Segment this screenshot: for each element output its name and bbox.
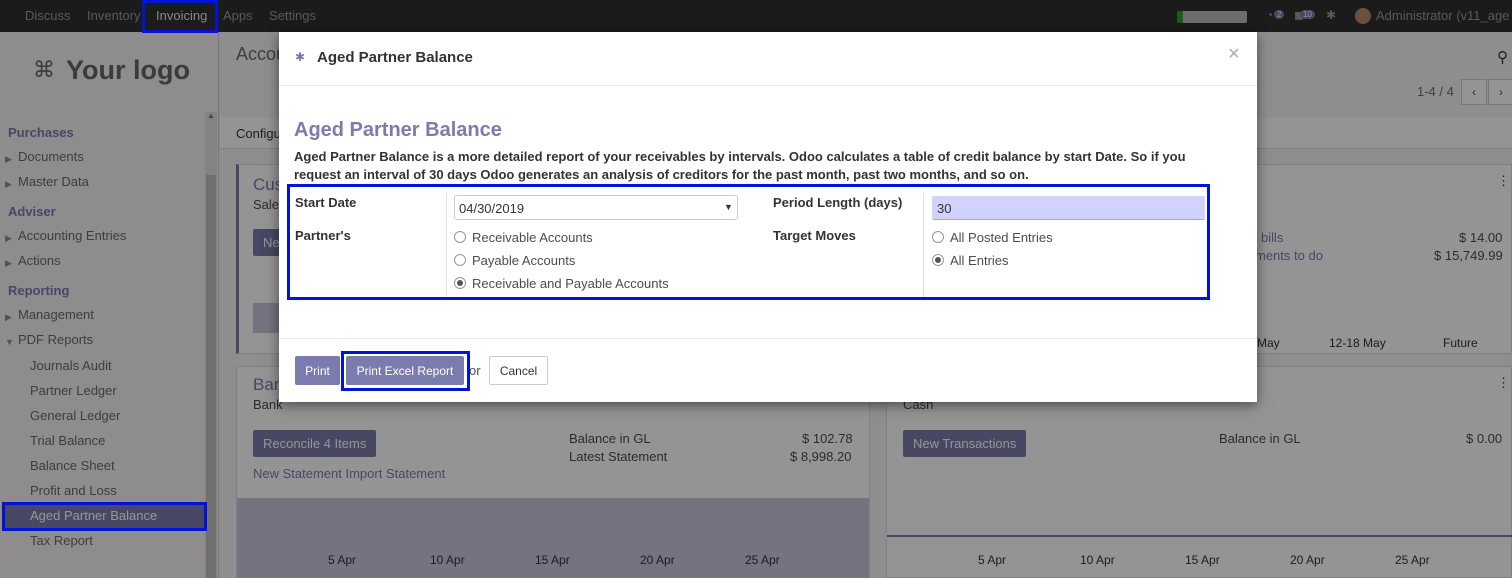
cancel-button[interactable]: Cancel [489,356,548,385]
dialog-title: Aged Partner Balance [294,119,502,141]
highlight-invoicing-top [142,0,218,33]
highlight-print-excel [341,351,470,391]
dialog-description: Aged Partner Balance is a more detailed … [294,149,1186,182]
highlight-aged-partner-balance-top [2,502,207,531]
or-text: or [469,363,481,378]
print-button[interactable]: Print [295,356,340,385]
modal-header: ✱ Aged Partner Balance × [279,32,1257,86]
highlight-form-fields [287,184,1210,300]
close-icon[interactable]: × [1228,43,1240,66]
bug-icon: ✱ [295,50,306,64]
modal-header-title: Aged Partner Balance [317,49,473,66]
